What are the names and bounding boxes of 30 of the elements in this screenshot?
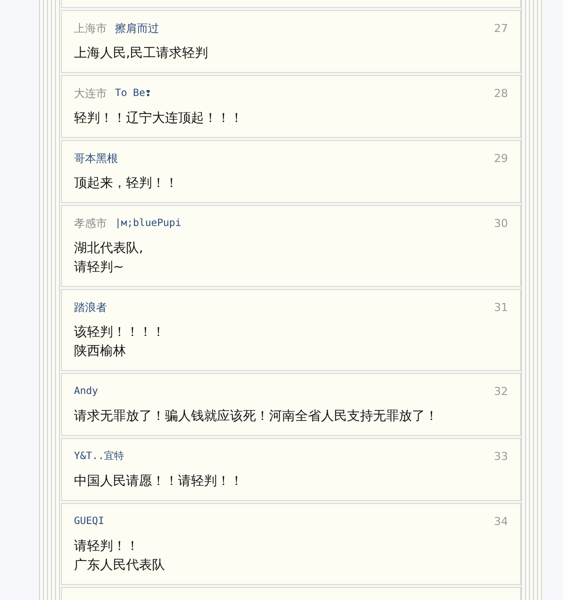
comment-text: 请求无罪放了！骗人钱就应该死！河南全省人民支持无罪放了！ [74, 408, 439, 426]
username-link[interactable]: 踏浪者 [74, 300, 107, 314]
location-label: 孝感市 [74, 216, 107, 230]
floor-number: 30 [494, 216, 508, 230]
comment-text: 上海人民,民工请求轻判 [74, 45, 210, 63]
username-link[interactable]: 哥本黑根 [74, 150, 118, 166]
comment-text: 中国人民请愿！！请轻判！！ [74, 473, 244, 491]
comment-text: 广东人民代表队 [74, 557, 166, 575]
comment-text: 顶起来，轻判！！ [74, 175, 179, 193]
comment-text: 轻判！！辽宁大连顶起！！！ [74, 110, 244, 128]
comment-text: 陕西榆林 [74, 343, 127, 361]
username-link[interactable]: GUEQI [74, 516, 104, 526]
floor-number: 33 [494, 450, 508, 462]
username-link[interactable]: Andy [74, 386, 98, 396]
floor-number: 32 [494, 384, 508, 398]
floor-number: 31 [494, 300, 508, 314]
username-link[interactable]: |м;bluePupi [115, 218, 182, 228]
username-link[interactable]: To Be❢ [115, 88, 152, 98]
username-link[interactable]: 擦肩而过 [115, 20, 159, 36]
comment-text: 请轻判！！ [74, 538, 140, 556]
floor-number: 29 [494, 152, 508, 164]
comment-text: 请轻判~ [74, 259, 125, 277]
location-label: 大连市 [74, 86, 107, 100]
floor-number: 34 [494, 514, 508, 528]
username-link[interactable]: Y&T..宜特 [74, 449, 124, 463]
comment-text: 湖北代表队, [74, 240, 144, 258]
location-label: 上海市 [74, 20, 107, 36]
floor-number: 27 [494, 22, 508, 34]
floor-number: 28 [494, 86, 508, 100]
comment-text: 该轻判！！！！ [74, 324, 166, 342]
